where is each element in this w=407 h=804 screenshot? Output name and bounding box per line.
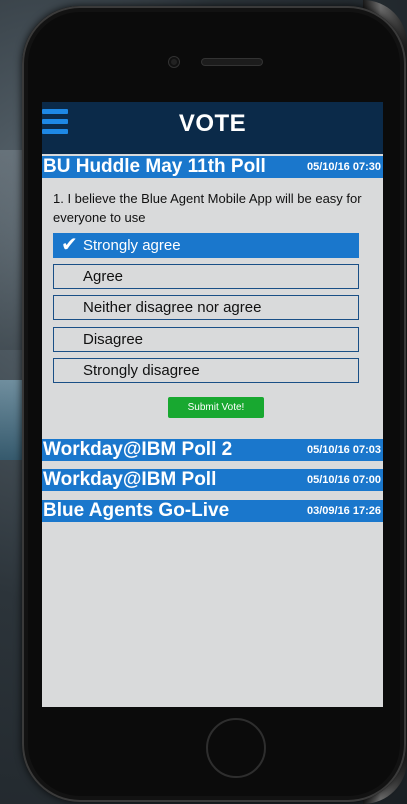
home-button[interactable] bbox=[206, 718, 266, 778]
app-screen: VOTE BU Huddle May 11th Poll 05/10/16 07… bbox=[42, 102, 383, 707]
option-strongly-disagree[interactable]: Strongly disagree bbox=[53, 358, 359, 383]
submit-vote-button[interactable]: Submit Vote! bbox=[168, 397, 264, 418]
poll-date: 05/10/16 07:00 bbox=[306, 474, 381, 486]
checkmark-icon: ✔ bbox=[61, 234, 78, 256]
option-label: Strongly agree bbox=[83, 237, 181, 254]
option-label: Agree bbox=[83, 268, 124, 285]
option-agree[interactable]: Agree bbox=[53, 264, 359, 289]
option-strongly-agree[interactable]: ✔ Strongly agree bbox=[53, 233, 359, 258]
poll-date: 03/09/16 17:26 bbox=[306, 505, 381, 517]
option-label: Strongly disagree bbox=[83, 362, 200, 379]
poll-title: Workday@IBM Poll bbox=[43, 469, 217, 490]
camera-icon bbox=[169, 57, 179, 67]
option-label: Disagree bbox=[83, 331, 144, 348]
app-header: VOTE bbox=[42, 102, 383, 154]
poll-question: 1. I believe the Blue Agent Mobile App w… bbox=[53, 191, 362, 225]
poll-item[interactable]: Workday@IBM Poll 05/10/16 07:00 bbox=[42, 469, 383, 491]
poll-date: 05/10/16 07:30 bbox=[306, 161, 381, 173]
poll-item[interactable]: Blue Agents Go-Live 03/09/16 17:26 bbox=[42, 500, 383, 522]
app-title: VOTE bbox=[178, 110, 247, 137]
poll-header-active[interactable]: BU Huddle May 11th Poll 05/10/16 07:30 bbox=[42, 156, 383, 178]
poll-item[interactable]: Workday@IBM Poll 2 05/10/16 07:03 bbox=[42, 439, 383, 461]
speaker-grille bbox=[202, 59, 262, 65]
option-disagree[interactable]: Disagree bbox=[53, 327, 359, 352]
poll-title: BU Huddle May 11th Poll bbox=[43, 156, 266, 177]
poll-title: Blue Agents Go-Live bbox=[43, 500, 230, 521]
option-neither[interactable]: Neither disagree nor agree bbox=[53, 295, 359, 320]
poll-date: 05/10/16 07:03 bbox=[306, 444, 381, 456]
option-label: Neither disagree nor agree bbox=[83, 299, 262, 316]
poll-title: Workday@IBM Poll 2 bbox=[43, 439, 233, 460]
